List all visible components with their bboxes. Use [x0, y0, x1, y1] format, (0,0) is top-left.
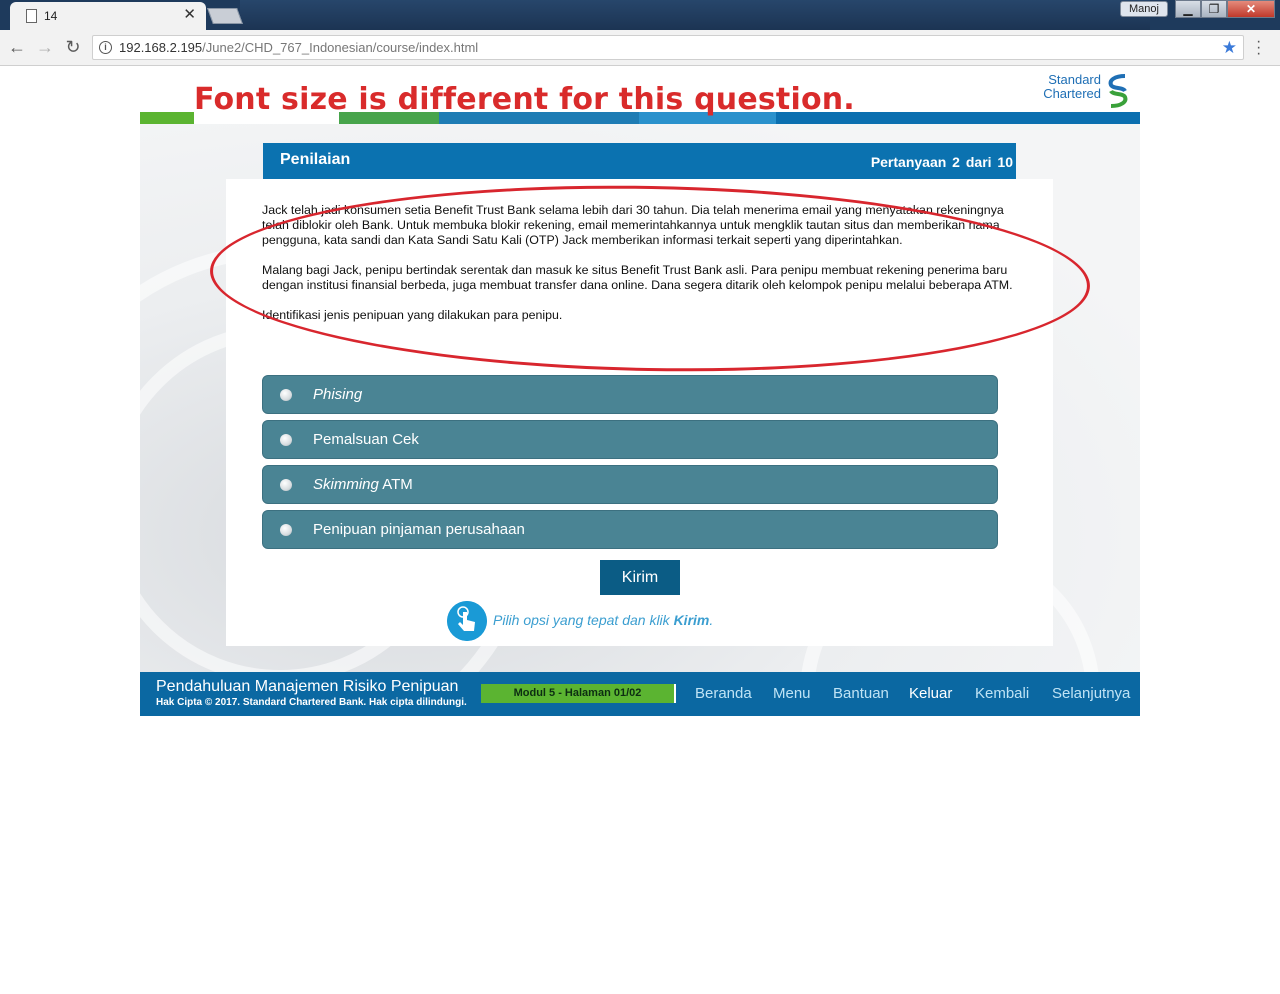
nav-home-link[interactable]: Beranda [695, 685, 752, 702]
new-tab-button[interactable] [207, 8, 243, 24]
url-text[interactable]: 192.168.2.195/June2/CHD_767_Indonesian/c… [119, 40, 478, 55]
forward-arrow-icon[interactable]: → [34, 37, 56, 59]
logo-line-2: Chartered [1043, 86, 1101, 101]
url-host: 192.168.2.195 [119, 40, 203, 55]
window-close-button[interactable]: ✕ [1227, 0, 1275, 18]
standard-chartered-logo: Standard Chartered [1035, 72, 1135, 108]
course-footer: Pendahuluan Manajemen Risiko Penipuan Ha… [140, 672, 1140, 716]
url-path: /June2/CHD_767_Indonesian/course/index.h… [202, 40, 479, 55]
info-icon[interactable]: i [99, 41, 112, 54]
close-tab-icon[interactable]: ✕ [183, 6, 196, 24]
radio-button[interactable] [280, 389, 292, 401]
nav-help-link[interactable]: Bantuan [833, 685, 889, 702]
bookmark-star-icon[interactable]: ★ [1222, 38, 1237, 58]
option-label: Phising [313, 386, 363, 403]
logo-mark-icon [1108, 74, 1128, 108]
question-counter: Pertanyaan 2 dari 10 [870, 154, 1013, 170]
panel-title: Penilaian [280, 151, 351, 168]
answer-option-3[interactable]: Skimming ATM [262, 465, 998, 504]
profile-button[interactable]: Manoj [1120, 1, 1168, 17]
option-label: Pemalsuan Cek [313, 431, 419, 448]
course-title: Pendahuluan Manajemen Risiko Penipuan [156, 678, 459, 695]
instruction-hint: Pilih opsi yang tepat dan klik Kirim. [493, 612, 714, 628]
window-title-area [240, 0, 1150, 30]
answer-option-2[interactable]: Pemalsuan Cek [262, 420, 998, 459]
back-arrow-icon[interactable]: ← [6, 37, 28, 59]
page-icon [26, 9, 37, 23]
browser-titlebar: 14 ✕ Manoj ▁ ❐ ✕ [0, 0, 1280, 30]
tab-title: 14 [44, 9, 58, 23]
option-label: Skimming ATM [313, 476, 413, 493]
logo-line-1: Standard [1048, 72, 1101, 87]
address-bar[interactable]: i 192.168.2.195/June2/CHD_767_Indonesian… [92, 35, 1244, 60]
logo-text: Standard Chartered [1035, 73, 1101, 101]
copyright-text: Hak Cipta © 2017. Standard Chartered Ban… [156, 697, 467, 708]
pointer-hand-icon [447, 601, 487, 641]
nav-menu-link[interactable]: Menu [773, 685, 811, 702]
nav-back-link[interactable]: Kembali [975, 685, 1029, 702]
radio-button[interactable] [280, 434, 292, 446]
module-indicator: Modul 5 - Halaman 01/02 [481, 684, 676, 703]
browser-tab[interactable]: 14 ✕ [10, 2, 206, 30]
nav-exit-link[interactable]: Keluar [909, 685, 952, 702]
submit-button[interactable]: Kirim [600, 560, 680, 595]
answer-option-1[interactable]: Phising [262, 375, 998, 414]
browser-toolbar: ← → ↻ i 192.168.2.195/June2/CHD_767_Indo… [0, 30, 1280, 66]
radio-button[interactable] [280, 524, 292, 536]
browser-menu-icon[interactable]: · · · [1256, 34, 1261, 62]
radio-button[interactable] [280, 479, 292, 491]
minimize-button[interactable]: ▁ [1175, 0, 1201, 18]
reload-icon[interactable]: ↻ [62, 37, 84, 59]
panel-header: Penilaian Pertanyaan 2 dari 10 [263, 143, 1016, 179]
maximize-button[interactable]: ❐ [1201, 0, 1227, 18]
option-label: Penipuan pinjaman perusahaan [313, 521, 525, 538]
nav-next-link[interactable]: Selanjutnya [1052, 685, 1130, 702]
course-stage: Standard Chartered Font size is differen… [140, 66, 1140, 716]
annotation-title: Font size is different for this question… [194, 82, 855, 117]
answer-option-4[interactable]: Penipuan pinjaman perusahaan [262, 510, 998, 549]
